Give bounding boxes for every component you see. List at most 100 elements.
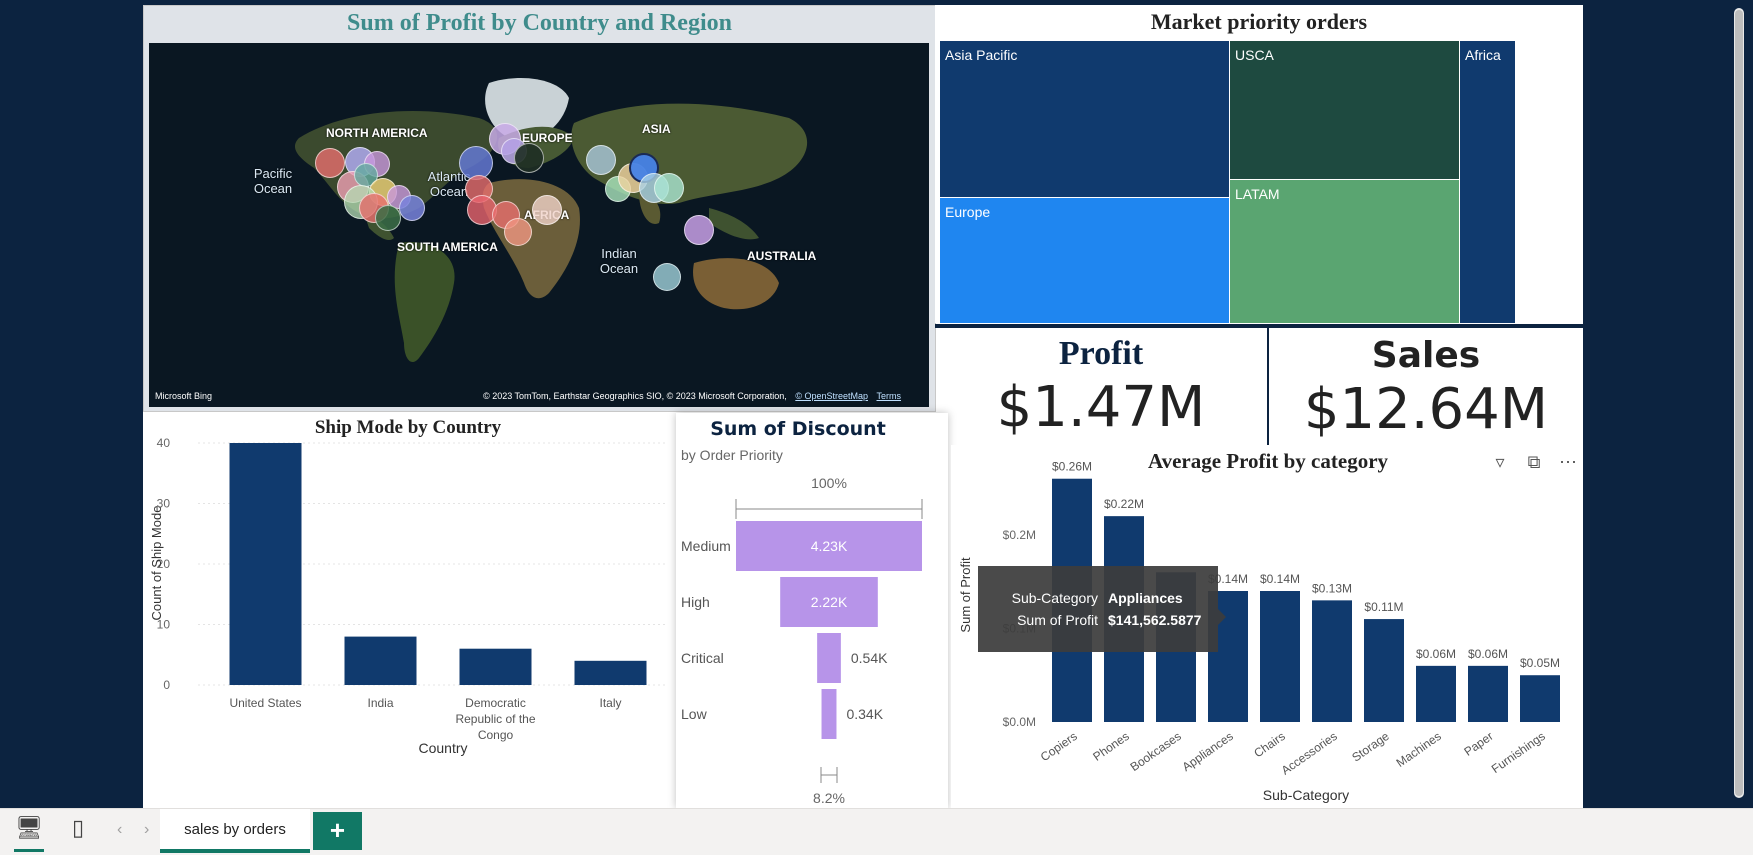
page-navigation-bar: 🖥 ▯ ‹ › sales by orders + xyxy=(0,808,1753,855)
funnel-subtitle: by Order Priority xyxy=(681,447,783,463)
bar-italy xyxy=(574,660,647,685)
funnel-data-label: 0.34K xyxy=(846,706,883,722)
y-tick-label: 0 xyxy=(163,678,170,692)
ocean-label-indian: Indian Ocean xyxy=(599,246,639,276)
map-bubble[interactable] xyxy=(684,215,714,245)
bar-paper xyxy=(1468,665,1508,722)
data-label: $0.11M xyxy=(1364,600,1403,614)
sales-card-title: Sales xyxy=(1371,335,1481,376)
page-tab-sales-by-orders[interactable]: sales by orders xyxy=(160,809,310,853)
bar-accessories xyxy=(1312,600,1352,722)
bing-logo: Microsoft Bing xyxy=(155,391,213,401)
map-bubble[interactable] xyxy=(653,263,681,291)
y-axis-title: Count of Ship Mode xyxy=(149,506,164,621)
treemap-title: Market priority orders xyxy=(1150,9,1368,34)
map-area[interactable]: NORTH AMERICA SOUTH AMERICA EUROPE AFRIC… xyxy=(149,43,929,407)
funnel-data-label: 2.22K xyxy=(811,594,848,610)
vertical-scrollbar[interactable] xyxy=(1728,0,1753,808)
add-page-button[interactable]: + xyxy=(313,812,362,850)
copyright-text: © 2023 TomTom, Earthstar Geographics SIO… xyxy=(483,391,787,401)
x-tick-label: Accessories xyxy=(1279,729,1340,778)
bar-united-states xyxy=(229,443,302,685)
tile-label: LATAM xyxy=(1235,186,1280,202)
funnel-category-label: Low xyxy=(681,706,708,722)
focus-mode-icon[interactable]: ⧉ xyxy=(1524,452,1544,473)
map-bubble[interactable] xyxy=(399,195,425,221)
map-bubble[interactable] xyxy=(375,205,401,231)
kpi-divider-horizontal xyxy=(935,324,1583,328)
x-tick-label: United States xyxy=(229,696,301,710)
bar-chairs xyxy=(1260,591,1300,722)
data-label: $0.13M xyxy=(1312,581,1352,595)
more-options-icon[interactable]: ⋯ xyxy=(1558,452,1578,473)
data-label: $0.06M xyxy=(1468,647,1508,661)
category-chart-title: Average Profit by category xyxy=(1148,449,1389,473)
funnel-data-label: 4.23K xyxy=(811,538,848,554)
active-view-indicator xyxy=(14,849,44,852)
map-bubble[interactable] xyxy=(532,195,562,225)
visual-header: ▿ ⧉ ⋯ xyxy=(1490,452,1578,473)
funnel-top-percent: 100% xyxy=(811,475,847,491)
world-map-background xyxy=(149,43,929,407)
map-bubble[interactable] xyxy=(654,173,684,203)
x-tick-label: Chairs xyxy=(1251,729,1287,760)
funnel-bar-critical xyxy=(817,633,841,683)
tile-label: Africa xyxy=(1465,47,1501,63)
mobile-view-icon[interactable]: ▯ xyxy=(72,815,84,841)
map-bubble[interactable] xyxy=(504,218,532,246)
bar-democratic-republic-of-the-congo xyxy=(459,648,532,685)
x-tick-label: Paper xyxy=(1461,729,1495,759)
data-label: $0.14M xyxy=(1260,572,1300,586)
funnel-title: Sum of Discount xyxy=(710,418,886,440)
chart-tooltip: Sub-Category Appliances Sum of Profit $141… xyxy=(978,566,1226,652)
tooltip-value: Appliances xyxy=(1108,590,1183,606)
x-axis-title: Country xyxy=(418,740,467,756)
profit-card-title: Profit xyxy=(1058,335,1144,372)
bar-india xyxy=(344,636,417,685)
filter-icon[interactable]: ▿ xyxy=(1490,452,1510,473)
prev-page-icon[interactable]: ‹ xyxy=(117,821,122,839)
treemap-tile-africa[interactable]: Africa xyxy=(1460,41,1515,323)
funnel-svg: Sum of Discount by Order Priority 100% Medi… xyxy=(681,418,923,806)
ship-mode-chart[interactable]: Ship Mode by Country 0 10 20 30 40 United Sta… xyxy=(143,413,673,808)
bar-storage xyxy=(1364,619,1404,722)
data-label: $0.05M xyxy=(1520,656,1560,670)
osm-link[interactable]: © OpenStreetMap xyxy=(795,391,868,401)
continent-label-south-america: SOUTH AMERICA xyxy=(397,240,498,254)
y-tick-label: $0.0M xyxy=(1003,715,1036,729)
map-visual[interactable]: Sum of Profit by Country and Region NORT… xyxy=(143,5,936,412)
funnel-bottom-percent: 8.2% xyxy=(813,790,845,806)
y-axis-title: Sum of Profit xyxy=(958,557,973,633)
treemap-tile-usca[interactable]: USCA xyxy=(1230,41,1459,179)
treemap-tile-asia-pacific[interactable]: Asia Pacific xyxy=(940,41,1229,197)
x-tick-label: Phones xyxy=(1090,729,1131,764)
funnel-data-label: 0.54K xyxy=(851,650,888,666)
ocean-label-pacific: Pacific Ocean xyxy=(253,166,293,196)
continent-label-australia: AUSTRALIA xyxy=(747,249,817,263)
next-page-icon[interactable]: › xyxy=(144,821,149,839)
map-bubble[interactable] xyxy=(315,148,345,178)
x-tick-label: Machines xyxy=(1394,729,1444,770)
x-tick-label: Bookcases xyxy=(1128,729,1184,774)
map-title: Sum of Profit by Country and Region xyxy=(347,10,732,36)
tooltip-key: Sub-Category xyxy=(1011,590,1098,606)
tile-label: Asia Pacific xyxy=(945,47,1018,63)
treemap-visual[interactable]: Market priority orders Asia Pacific USCA… xyxy=(935,5,1583,323)
map-bubble[interactable] xyxy=(514,143,544,173)
discount-funnel-visual[interactable]: Sum of Discount by Order Priority 100% Medi… xyxy=(676,413,948,808)
x-tick-label: Furnishings xyxy=(1489,729,1548,776)
desktop-view-icon[interactable]: 🖥 xyxy=(15,815,43,841)
tooltip-arrow xyxy=(1218,609,1226,625)
data-label: $0.22M xyxy=(1104,497,1144,511)
treemap-tile-latam[interactable]: LATAM xyxy=(1230,180,1459,323)
x-tick-label: Storage xyxy=(1349,729,1392,765)
tooltip-value: $141,562.5877 xyxy=(1108,612,1202,628)
treemap-tile-europe[interactable]: Europe xyxy=(940,198,1229,323)
terms-link[interactable]: Terms xyxy=(877,391,902,401)
tile-label: Europe xyxy=(945,204,991,220)
x-tick-label: Appliances xyxy=(1180,729,1236,774)
scrollbar-thumb[interactable] xyxy=(1735,10,1743,796)
funnel-category-label: Critical xyxy=(681,650,724,666)
tooltip-key: Sum of Profit xyxy=(1017,612,1098,628)
map-bubble[interactable] xyxy=(586,145,616,175)
